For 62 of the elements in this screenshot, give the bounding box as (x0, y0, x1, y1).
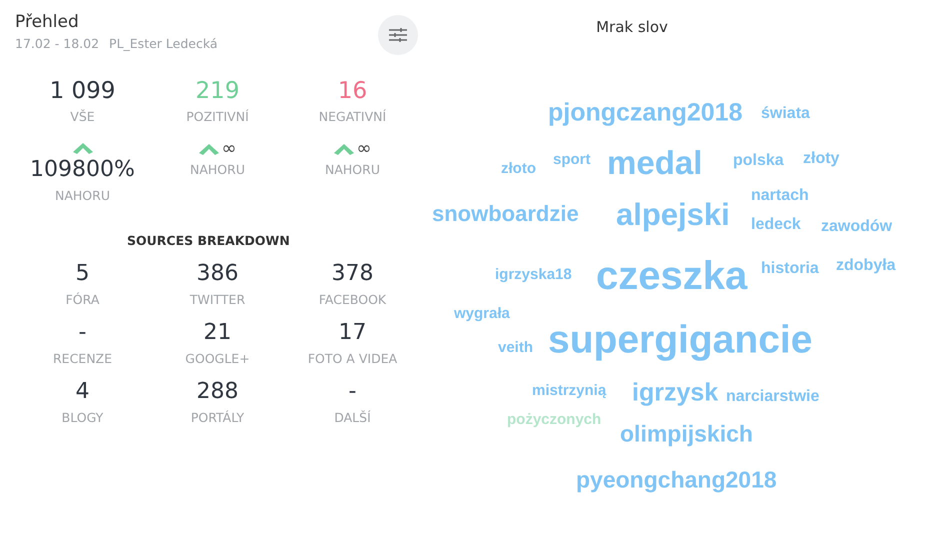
cloud-word[interactable]: mistrzynią (532, 382, 606, 400)
source-label: DALŠÍ (334, 410, 371, 425)
source-count: 17 (338, 319, 366, 347)
cloud-word[interactable]: medal (607, 144, 702, 182)
project-name: PL_Ester Ledecká (109, 36, 218, 51)
cloud-word[interactable]: pyeongchang2018 (576, 467, 777, 493)
cloud-word[interactable]: igrzysk (632, 379, 718, 407)
source-count: 5 (76, 260, 90, 288)
trend-value: 109800% (30, 156, 135, 184)
trend-value: ∞ (222, 140, 236, 158)
cloud-word[interactable]: ledeck (751, 216, 801, 234)
cloud-word[interactable]: narciarstwie (726, 388, 820, 406)
cloud-word[interactable]: złoty (803, 150, 840, 168)
source-count: - (348, 378, 356, 406)
cloud-word[interactable]: zdobyła (836, 257, 896, 275)
stat-label: VŠE (70, 109, 95, 124)
source-count: - (78, 319, 86, 347)
source-label: FÓRA (66, 292, 100, 307)
source-label: TWITTER (190, 292, 246, 307)
source-count: 288 (196, 378, 238, 406)
source-count: 21 (204, 319, 232, 347)
cloud-word[interactable]: pożyczonych (507, 412, 602, 428)
source-count: 378 (332, 260, 374, 288)
cloud-word[interactable]: igrzyska18 (495, 266, 572, 284)
stat-value: 219 (196, 77, 240, 105)
stat-label: NEGATIVNÍ (318, 109, 386, 124)
cloud-word[interactable]: sport (553, 152, 590, 168)
cloud-word[interactable]: wygrała (454, 306, 510, 322)
source-label: BLOGY (62, 410, 104, 425)
source-label: RECENZE (52, 351, 112, 366)
stat-value: 16 (338, 77, 368, 105)
cloud-word[interactable]: polska (733, 152, 784, 170)
cloud-word[interactable]: olimpijskich (620, 421, 753, 447)
filter-button[interactable] (378, 15, 418, 55)
section-title: SOURCES BREAKDOWN (127, 233, 290, 248)
trend-value: ∞ (356, 140, 372, 158)
cloud-word[interactable]: świata (761, 105, 810, 123)
panel-title: Mrak slov (596, 18, 668, 36)
source-label: FOTO A VIDEA (308, 351, 398, 366)
cloud-word[interactable]: historia (761, 260, 819, 278)
cloud-word[interactable]: nartach (751, 187, 809, 205)
source-count: 386 (196, 260, 238, 288)
stat-label: POZITIVNÍ (186, 109, 249, 124)
trend-label: NAHORU (55, 188, 110, 203)
cloud-word[interactable]: czeszka (596, 254, 748, 298)
source-label: GOOGLE+ (185, 351, 250, 366)
cloud-word[interactable]: alpejski (616, 198, 730, 232)
source-label: PORTÁLY (190, 410, 244, 425)
source-count: 4 (76, 378, 90, 406)
sliders-icon (389, 28, 407, 42)
cloud-word[interactable]: veith (498, 340, 534, 356)
cloud-word[interactable]: zawodów (821, 218, 892, 236)
trend-label: NAHORU (325, 162, 380, 177)
cloud-word[interactable]: supergigancie (548, 320, 812, 362)
panel-title: Přehled (15, 12, 80, 32)
trend-label: NAHORU (190, 162, 245, 177)
cloud-word[interactable]: pjongczang2018 (548, 99, 742, 127)
source-label: FACEBOOK (318, 292, 386, 307)
cloud-word[interactable]: snowboardzie (432, 202, 579, 226)
stat-value: 1 099 (50, 77, 116, 105)
cloud-word[interactable]: złoto (501, 160, 536, 178)
date-range: 17.02 - 18.02 (15, 36, 100, 51)
